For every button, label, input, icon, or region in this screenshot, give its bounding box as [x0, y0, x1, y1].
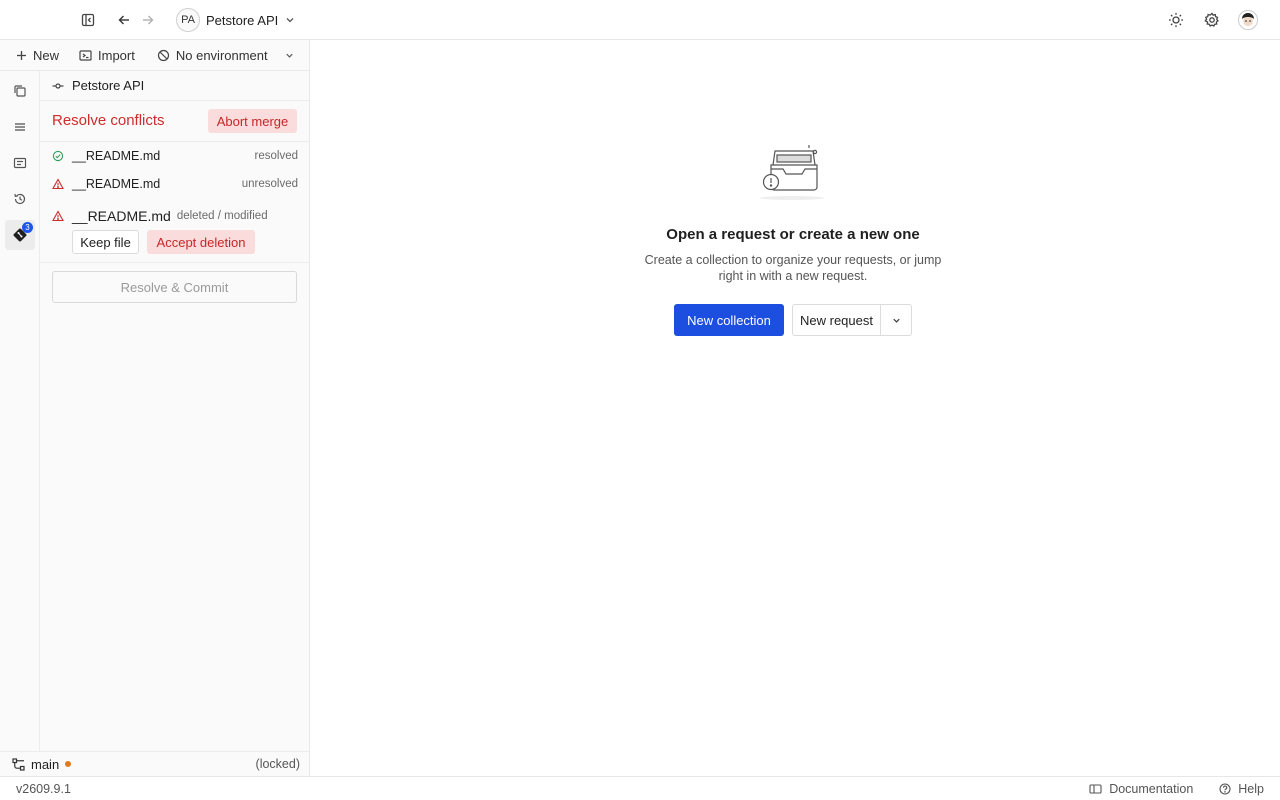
conflict-file-row[interactable]: __README.md resolved — [52, 146, 298, 166]
user-avatar[interactable] — [1237, 9, 1259, 31]
chevron-down-icon — [284, 14, 296, 26]
new-button-label: New — [33, 47, 60, 63]
uncommitted-dot — [65, 761, 72, 767]
file-status: resolved — [254, 150, 298, 162]
import-button-label: Import — [98, 47, 135, 63]
resolve-commit-button[interactable]: Resolve & Commit — [52, 271, 297, 303]
new-collection-button[interactable]: New collection — [674, 304, 784, 336]
help-circle-icon — [1219, 782, 1231, 795]
file-status: unresolved — [241, 178, 298, 190]
collection-header[interactable]: Petstore API — [40, 71, 310, 101]
sidebar-toolbar: New Import No environment — [0, 40, 310, 71]
documentation-link[interactable]: Documentation — [1089, 782, 1193, 796]
git-commit-icon — [52, 80, 64, 92]
workspace-switcher[interactable]: PA Petstore API — [176, 8, 296, 32]
help-label: Help — [1238, 781, 1264, 796]
plus-icon — [16, 50, 27, 61]
abort-merge-button[interactable]: Abort merge — [208, 109, 297, 133]
status-bar: v2609.9.1 Documentation Help — [0, 776, 1280, 800]
git-badge: 3 — [22, 222, 33, 233]
environment-select[interactable]: No environment — [149, 43, 303, 67]
copy-icon — [13, 84, 27, 98]
inbox-illustration — [757, 143, 827, 205]
locked-label: (locked) — [255, 757, 300, 771]
chevron-down-icon — [891, 315, 902, 326]
empty-state-subtitle: Create a collection to organize your req… — [644, 253, 942, 283]
back-arrow-icon[interactable] — [114, 10, 134, 30]
conflict-file-row[interactable]: __README.md unresolved — [52, 174, 298, 194]
sun-icon[interactable] — [1166, 10, 1186, 30]
file-name: __README.md — [72, 208, 171, 224]
documentation-label: Documentation — [1109, 781, 1194, 796]
forward-arrow-icon[interactable] — [138, 10, 158, 30]
import-icon — [79, 49, 92, 62]
import-button[interactable]: Import — [71, 43, 143, 67]
new-button[interactable]: New — [8, 43, 67, 67]
layers-icon — [13, 120, 27, 134]
conflict-file-row[interactable]: __README.md deleted / modified — [52, 206, 298, 226]
environment-label: No environment — [175, 47, 268, 63]
new-request-button[interactable]: New request — [793, 305, 881, 335]
collection-name: Petstore API — [72, 78, 145, 93]
help-link[interactable]: Help — [1219, 782, 1264, 796]
chevron-down-icon — [284, 50, 295, 61]
new-request-split-button: New request — [792, 304, 912, 336]
warning-icon — [52, 210, 64, 222]
empty-state: Open a request or create a new one Creat… — [311, 40, 1280, 776]
branch-name[interactable]: main — [31, 757, 59, 772]
warning-icon — [52, 178, 64, 190]
book-icon — [1089, 783, 1102, 795]
version-label: v2609.9.1 — [16, 781, 71, 796]
conflicts-title: Resolve conflicts — [52, 112, 165, 129]
check-circle-icon — [52, 150, 64, 162]
file-status: deleted / modified — [176, 210, 268, 222]
keep-file-button[interactable]: Keep file — [72, 230, 139, 254]
file-name: __README.md — [72, 177, 161, 191]
rail-item-history[interactable] — [5, 184, 35, 214]
divider — [40, 262, 310, 263]
rail-item-environments[interactable] — [5, 148, 35, 178]
top-bar: PA Petstore API — [0, 0, 1280, 40]
git-panel: Petstore API Resolve conflicts Abort mer… — [40, 71, 310, 751]
branch-bar: main (locked) — [0, 751, 310, 776]
new-request-dropdown[interactable] — [881, 305, 911, 335]
workspace-name: Petstore API — [206, 12, 279, 28]
no-environment-icon — [157, 49, 170, 62]
branch-icon — [12, 757, 25, 771]
file-name: __README.md — [72, 149, 161, 163]
rail-item-requests[interactable] — [5, 76, 35, 106]
workspace-avatar: PA — [176, 8, 200, 32]
activity-rail: 3 — [0, 71, 40, 751]
rail-item-git[interactable]: 3 — [5, 220, 35, 250]
divider — [40, 141, 310, 142]
rail-item-collections[interactable] — [5, 112, 35, 142]
sidebar-toggle-icon[interactable] — [78, 10, 98, 30]
empty-state-title: Open a request or create a new one — [666, 226, 920, 243]
gear-icon[interactable] — [1202, 10, 1222, 30]
accept-deletion-button[interactable]: Accept deletion — [147, 230, 255, 254]
list-card-icon — [13, 156, 27, 170]
history-icon — [13, 192, 27, 206]
